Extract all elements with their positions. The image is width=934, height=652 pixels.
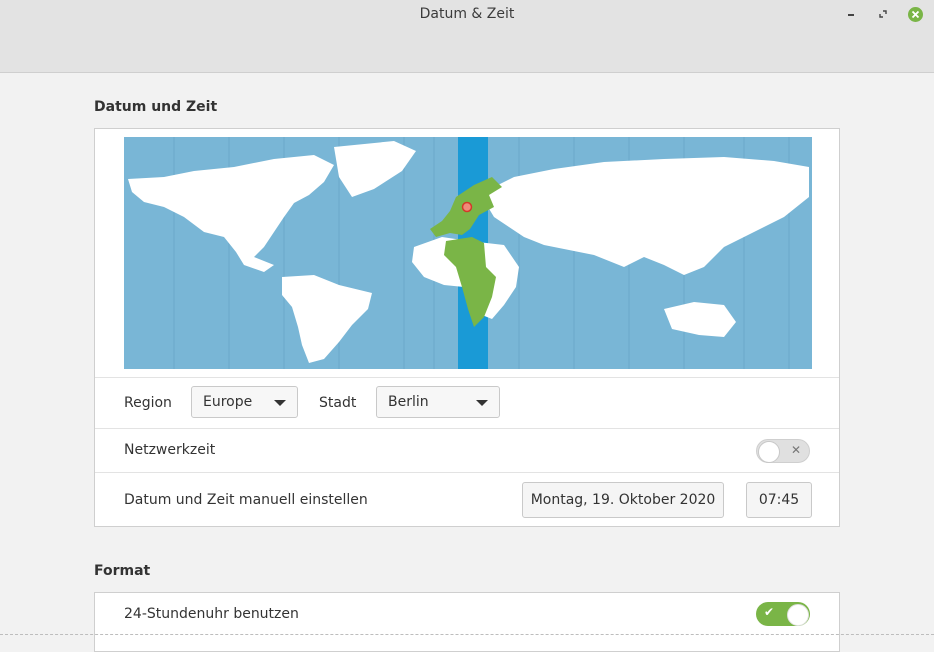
toggle-knob <box>758 441 780 463</box>
toggle-knob <box>787 604 809 626</box>
page-edge-divider <box>0 634 934 635</box>
x-icon: ✕ <box>790 443 801 457</box>
city-dropdown[interactable]: Berlin <box>376 386 500 418</box>
manual-datetime-row: Datum und Zeit manuell einstellen Montag… <box>95 472 839 527</box>
world-map-icon <box>124 137 812 369</box>
city-value: Berlin <box>388 394 429 410</box>
manual-datetime-label: Datum und Zeit manuell einstellen <box>124 492 368 508</box>
region-row: Region Europe Stadt Berlin <box>95 377 839 428</box>
network-time-label: Netzwerkzeit <box>124 442 216 458</box>
region-dropdown[interactable]: Europe <box>191 386 298 418</box>
city-label: Stadt <box>319 395 357 411</box>
datetime-card: Region Europe Stadt Berlin Netzwerkzeit … <box>94 128 840 527</box>
date-button[interactable]: Montag, 19. Oktober 2020 <box>522 482 724 518</box>
check-icon: ✔ <box>764 605 775 619</box>
network-time-toggle[interactable]: ✕ <box>756 439 810 463</box>
maximize-button[interactable] <box>874 5 892 23</box>
network-time-row: Netzwerkzeit ✕ <box>95 428 839 472</box>
section-title-format: Format <box>94 563 151 579</box>
close-icon <box>907 6 923 22</box>
window-title: Datum & Zeit <box>419 6 515 22</box>
section-title-datetime: Datum und Zeit <box>94 99 218 115</box>
format-card: 24-Stundenuhr benutzen ✔ <box>94 592 840 652</box>
timezone-map[interactable] <box>124 137 812 369</box>
use-24h-toggle[interactable]: ✔ <box>756 602 810 626</box>
region-label: Region <box>124 395 172 411</box>
region-value: Europe <box>203 394 253 410</box>
time-button[interactable]: 07:45 <box>746 482 812 518</box>
maximize-icon <box>879 10 887 18</box>
use-24h-label: 24-Stundenuhr benutzen <box>124 606 299 622</box>
close-button[interactable] <box>906 5 924 23</box>
chevron-down-icon <box>476 400 488 406</box>
window-titlebar: Datum & Zeit <box>0 0 934 73</box>
minimize-button[interactable] <box>842 5 860 23</box>
chevron-down-icon <box>274 400 286 406</box>
minimize-icon <box>848 14 854 16</box>
